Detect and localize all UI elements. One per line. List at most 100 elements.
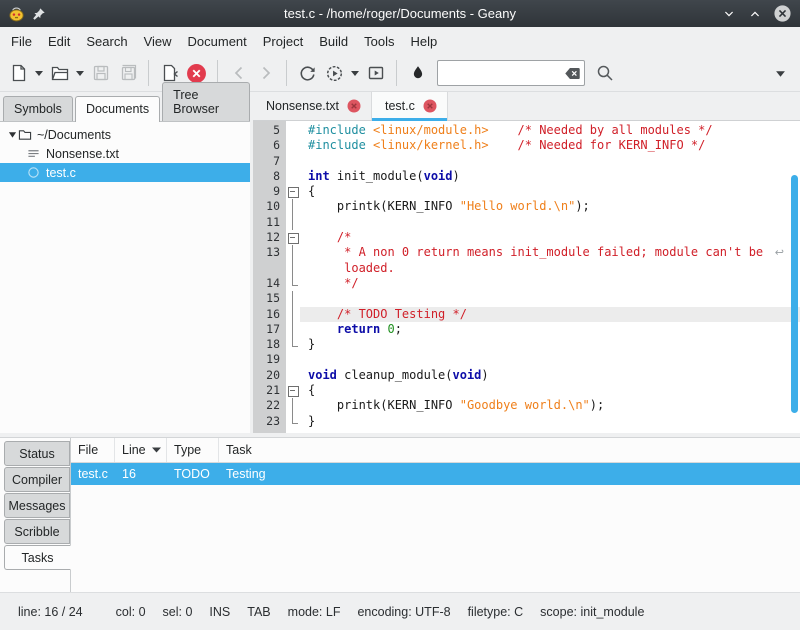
pin-icon[interactable] [32,7,46,21]
token: /* Needed for KERN_INFO */ [518,138,706,152]
menu-build[interactable]: Build [311,29,356,54]
new-document-menu-button[interactable] [32,59,46,87]
save-button[interactable] [87,59,114,87]
code-line-11[interactable]: 11 [253,215,800,230]
code-line-10[interactable]: 10 printk(KERN_INFO "Hello world.\n"); [253,199,800,214]
task-cell: Testing [219,463,800,485]
code-line-15[interactable]: 15 [253,291,800,306]
code-line-5[interactable]: 5#include <linux/module.h> /* Needed by … [253,123,800,138]
code-line-14[interactable]: 14 */ [253,276,800,291]
fold-margin[interactable] [286,383,300,398]
menu-help[interactable]: Help [403,29,446,54]
code-line-23[interactable]: 23} [253,414,800,429]
color-chooser-button[interactable] [404,59,431,87]
overflow-menu-button[interactable] [773,59,787,87]
expander-icon[interactable] [8,130,18,139]
code-line-7[interactable]: 7 [253,154,800,169]
sidebar-tab-symbols[interactable]: Symbols [3,96,73,121]
build-button[interactable] [321,59,348,87]
line-number: 9 [253,184,286,199]
search-input[interactable] [444,66,564,81]
column-header-type[interactable]: Type [167,438,219,462]
clear-search-icon[interactable] [564,66,581,81]
main-area: SymbolsDocumentsTree Browser ~/Documents… [0,92,800,433]
run-button[interactable] [362,59,389,87]
code-line-16[interactable]: 16 /* TODO Testing */ [253,307,800,322]
menu-file[interactable]: File [3,29,40,54]
navigate-forward-button[interactable] [252,59,279,87]
menu-search[interactable]: Search [78,29,135,54]
panel-tab-messages[interactable]: Messages [4,493,70,518]
token: ) [481,368,488,382]
document-tab-test-c[interactable]: test.c [372,92,448,120]
task-row[interactable]: test.c16TODOTesting [71,463,800,485]
build-menu-button[interactable] [348,59,362,87]
code-line-19[interactable]: 19 [253,352,800,367]
line-number: 11 [253,215,286,230]
document-tab-nonsense-txt[interactable]: Nonsense.txt [253,92,372,120]
fold-margin [286,261,300,276]
panel-tab-compiler[interactable]: Compiler [4,467,70,492]
fold-margin [286,138,300,153]
sidebar-tab-tree-browser[interactable]: Tree Browser [162,82,250,121]
find-button[interactable] [591,59,618,87]
code-line-12[interactable]: 12 /* [253,230,800,245]
code-line-9[interactable]: 9{ [253,184,800,199]
open-file-menu-button[interactable] [73,59,87,87]
menu-project[interactable]: Project [255,29,311,54]
tree-item-label: test.c [46,166,76,180]
code-line-21[interactable]: 21{ [253,383,800,398]
menu-tools[interactable]: Tools [356,29,402,54]
fold-margin [286,199,300,214]
code-text: { [300,184,800,199]
menu-edit[interactable]: Edit [40,29,78,54]
column-header-task[interactable]: Task [219,438,800,462]
token: */ [308,276,359,290]
menu-document[interactable]: Document [180,29,255,54]
fold-margin [286,352,300,367]
column-header-label: Task [226,443,252,457]
close-tab-icon[interactable] [347,99,361,113]
maximize-icon[interactable] [747,6,763,22]
editor-scrollbar-thumb[interactable] [791,175,798,413]
close-tab-icon[interactable] [423,99,437,113]
code-line-6[interactable]: 6#include <linux/kernel.h> /* Needed for… [253,138,800,153]
code-line-22[interactable]: 22 printk(KERN_INFO "Goodbye world.\n"); [253,398,800,413]
task-cell: test.c [71,463,115,485]
status-sel: sel: 0 [163,605,193,619]
fold-margin [286,322,300,337]
code-text: printk(KERN_INFO "Hello world.\n"); [300,199,800,214]
code-editor[interactable]: 5#include <linux/module.h> /* Needed by … [253,121,800,433]
token: { [308,383,315,397]
minimize-icon[interactable] [721,6,737,22]
statusbar: line: 16 / 24col: 0sel: 0INSTABmode: LFe… [0,592,800,630]
code-line-8[interactable]: 8int init_module(void) [253,169,800,184]
column-header-line[interactable]: Line [115,438,167,462]
tree-item-documents[interactable]: ~/Documents [0,125,250,144]
panel-tab-status[interactable]: Status [4,441,70,466]
code-line-20[interactable]: 20void cleanup_module(void) [253,368,800,383]
folder-icon [18,128,33,141]
code-line-13[interactable]: 13 * A non 0 return means init_module fa… [253,245,800,260]
menu-view[interactable]: View [136,29,180,54]
tree-item-nonsense-txt[interactable]: Nonsense.txt [0,144,250,163]
tree-item-test-c[interactable]: test.c [0,163,250,182]
open-file-button[interactable] [46,59,73,87]
fold-margin[interactable] [286,230,300,245]
panel-tab-scribble[interactable]: Scribble [4,519,70,544]
sort-desc-icon [152,447,161,453]
code-text: /* TODO Testing */ [300,307,800,322]
code-line-18[interactable]: 18} [253,337,800,352]
code-line-17[interactable]: 17 return 0; [253,322,800,337]
new-document-button[interactable] [5,59,32,87]
fold-margin[interactable] [286,184,300,199]
fold-margin [286,154,300,169]
save-all-button[interactable] [114,59,141,87]
column-header-file[interactable]: File [71,438,115,462]
titlebar[interactable]: test.c - /home/roger/Documents - Geany [0,0,800,27]
sidebar-tab-documents[interactable]: Documents [75,96,160,122]
panel-tab-tasks[interactable]: Tasks [4,545,71,570]
close-icon[interactable] [773,4,792,23]
compile-button[interactable] [294,59,321,87]
code-line-wrap[interactable]: loaded. [253,261,800,276]
